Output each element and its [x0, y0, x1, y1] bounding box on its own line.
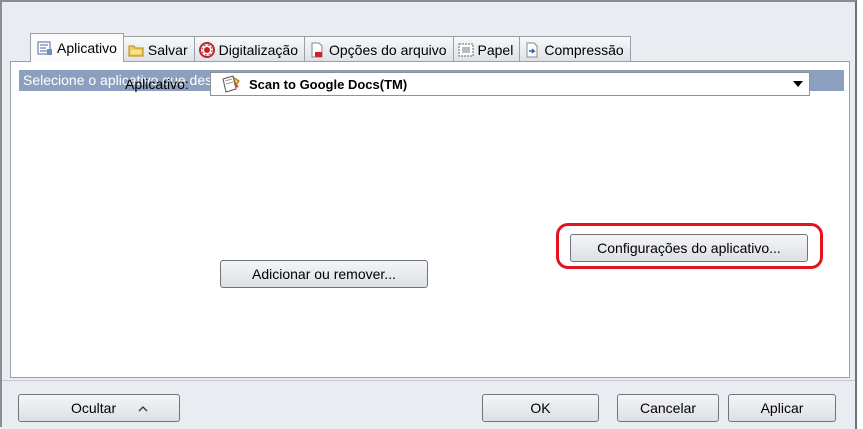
tab-label: Opções do arquivo	[328, 41, 447, 58]
tab-label: Digitalização	[218, 41, 298, 58]
tab-aplicativo[interactable]: Aplicativo	[30, 33, 124, 62]
tab-label: Compressão	[544, 41, 624, 58]
highlight-annotation	[556, 223, 823, 269]
folder-icon	[128, 42, 144, 58]
application-icon	[37, 40, 53, 56]
hide-button-label: Ocultar	[71, 400, 117, 416]
tab-digitalizacao[interactable]: Digitalização	[193, 36, 305, 62]
tab-label: Aplicativo	[57, 40, 117, 56]
paper-icon	[458, 42, 474, 58]
ok-button[interactable]: OK	[482, 394, 599, 422]
tab-panel-aplicativo: Selecione o aplicativo que deseja utiliz…	[10, 61, 850, 378]
application-select[interactable]: Scan to Google Docs(TM)	[210, 72, 810, 96]
google-docs-icon	[221, 75, 241, 93]
tab-label: Papel	[477, 41, 514, 58]
chevron-up-icon	[138, 400, 148, 416]
tab-papel[interactable]: Papel	[452, 36, 521, 62]
file-options-icon	[309, 42, 325, 58]
compression-icon	[524, 42, 540, 58]
application-label: Aplicativo:	[125, 76, 189, 92]
apply-button[interactable]: Aplicar	[728, 394, 836, 422]
hide-button[interactable]: Ocultar	[18, 394, 180, 422]
tab-strip: Aplicativo Salvar Digitalização Opções d…	[30, 33, 631, 62]
add-remove-button[interactable]: Adicionar ou remover...	[220, 260, 428, 288]
tab-compressao[interactable]: Compressão	[519, 36, 631, 62]
tab-salvar[interactable]: Salvar	[122, 36, 195, 62]
tab-opcoes-do-arquivo[interactable]: Opções do arquivo	[303, 36, 454, 62]
chevron-down-icon[interactable]	[793, 81, 803, 87]
scan-icon	[198, 41, 215, 58]
window-edge	[0, 0, 2, 427]
cancel-button[interactable]: Cancelar	[617, 394, 719, 422]
application-selected-value: Scan to Google Docs(TM)	[249, 76, 408, 92]
tab-label: Salvar	[147, 41, 188, 58]
